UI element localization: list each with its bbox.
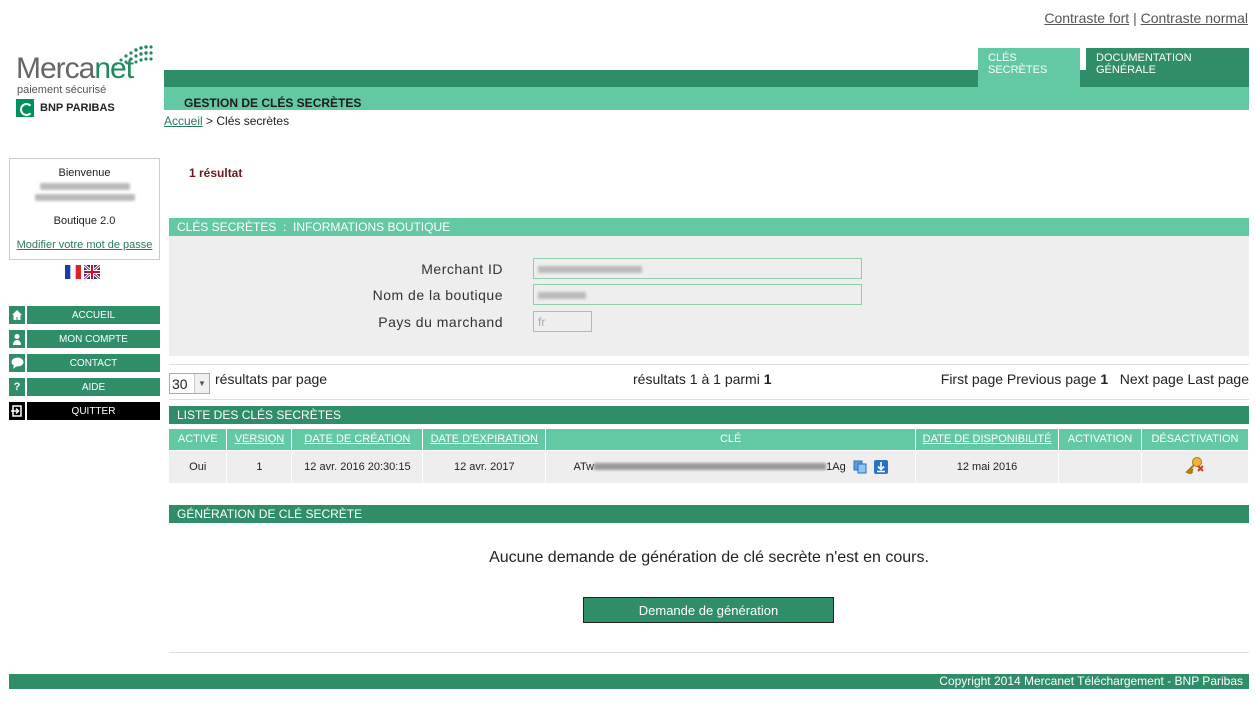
cell-activation: [1058, 449, 1142, 483]
cell-version: 1: [226, 449, 293, 483]
country-label: Pays du marchand: [378, 314, 503, 330]
redacted-merchant-info: [34, 194, 135, 201]
logo-wordmark: Mercanet: [16, 52, 134, 85]
mercanet-logo[interactable]: Mercanet paiement sécurisé BNP PARIBAS: [16, 44, 160, 120]
results-per-page-select[interactable]: 30 ▼: [169, 373, 210, 394]
sidebar-item-label: AIDE: [81, 381, 106, 393]
col-activation: ACTIVATION: [1058, 429, 1142, 450]
cell-key: ATw 1Ag: [545, 449, 917, 483]
country-row: Pays du marchand fr: [169, 311, 1249, 333]
contrast-separator: |: [1133, 10, 1137, 26]
shop-info-header: CLÉS SECRÈTES : INFORMATIONS BOUTIQUE: [169, 218, 1249, 236]
country-field: fr: [533, 311, 592, 332]
col-expires[interactable]: DATE D'EXPIRATION: [422, 429, 547, 450]
request-generation-button[interactable]: Demande de génération: [583, 597, 834, 623]
sidebar-item-quit[interactable]: QUITTER: [9, 402, 160, 420]
download-icon[interactable]: [873, 459, 888, 474]
next-page-link[interactable]: Next page: [1120, 371, 1184, 387]
footer: Copyright 2014 Mercanet Téléchargement -…: [9, 674, 1249, 689]
table-row: Oui 1 12 avr. 2016 20:30:15 12 avr. 2017…: [169, 449, 1250, 483]
previous-page-link[interactable]: Previous page: [1007, 371, 1097, 387]
deactivate-key-icon[interactable]: [1185, 456, 1205, 475]
sidebar-nav: ACCUEIL MON COMPTE CONTACT ? AIDE QUITTE…: [9, 306, 160, 426]
breadcrumb-separator: >: [202, 114, 217, 128]
results-range: résultats 1 à 1 parmi 1: [633, 371, 772, 387]
col-version[interactable]: VERSION: [226, 429, 293, 450]
last-page-link[interactable]: Last page: [1188, 371, 1250, 387]
sidebar-item-help[interactable]: ? AIDE: [9, 378, 160, 396]
merchant-id-field: [533, 258, 862, 279]
key-prefix: ATw: [573, 460, 595, 473]
welcome-box: Bienvenue Boutique 2.0 Modifier votre mo…: [9, 158, 160, 260]
cell-active: Oui: [169, 449, 228, 483]
user-icon: [9, 330, 27, 348]
language-flags: [65, 265, 100, 279]
shop-name-label: Nom de la boutique: [372, 287, 503, 303]
shop-name-field: [533, 284, 862, 305]
sidebar-item-label: MON COMPTE: [59, 333, 128, 345]
secret-keys-table: ACTIVE VERSION DATE DE CRÉATION DATE D'E…: [169, 429, 1250, 483]
merchant-id-row: Merchant ID: [169, 258, 1249, 280]
sidebar-item-label: ACCUEIL: [71, 309, 116, 321]
copy-icon[interactable]: [853, 460, 867, 474]
key-generation-panel: GÉNÉRATION DE CLÉ SECRÈTE Aucune demande…: [169, 505, 1249, 653]
cell-expires: 12 avr. 2017: [422, 449, 547, 483]
sidebar-item-account[interactable]: MON COMPTE: [9, 330, 160, 348]
sidebar-item-label: QUITTER: [71, 405, 116, 417]
sidebar-item-home[interactable]: ACCUEIL: [9, 306, 160, 324]
chevron-down-icon: ▼: [194, 374, 209, 393]
logo-tagline: paiement sécurisé: [17, 84, 107, 96]
breadcrumb-home-link[interactable]: Accueil: [164, 114, 203, 128]
exit-icon: [9, 402, 27, 420]
top-tabs: CLÉS SECRÈTES DOCUMENTATION GÉNÉRALE: [978, 48, 1249, 88]
contrast-high-link[interactable]: Contraste fort: [1044, 10, 1129, 26]
pagination-bar: 30 ▼ résultats par page résultats 1 à 1 …: [169, 364, 1249, 400]
result-count: 1 résultat: [189, 166, 243, 180]
redacted-key: [594, 463, 827, 471]
col-created[interactable]: DATE DE CRÉATION: [291, 429, 424, 450]
question-icon: ?: [9, 378, 27, 396]
shop-name-row: Nom de la boutique: [169, 284, 1249, 306]
breadcrumb-current: Clés secrètes: [216, 114, 290, 128]
speech-bubble-icon: [9, 354, 27, 372]
col-active: ACTIVE: [169, 429, 228, 450]
flag-fr-icon[interactable]: [65, 265, 81, 279]
key-generation-header: GÉNÉRATION DE CLÉ SECRÈTE: [169, 505, 1249, 523]
page-title: GESTION DE CLÉS SECRÈTES: [184, 96, 362, 110]
change-password-link[interactable]: Modifier votre mot de passe: [10, 239, 159, 251]
tab-general-documentation[interactable]: DOCUMENTATION GÉNÉRALE: [1086, 48, 1249, 88]
sidebar-item-label: CONTACT: [69, 357, 118, 369]
cell-created: 12 avr. 2016 20:30:15: [291, 449, 424, 483]
results-per-page-label: résultats par page: [215, 371, 328, 387]
welcome-text: Bienvenue: [58, 167, 111, 179]
shop-name: Boutique 2.0: [53, 215, 116, 227]
merchant-id-label: Merchant ID: [421, 261, 503, 277]
home-icon: [9, 306, 27, 324]
flag-uk-icon[interactable]: [84, 265, 100, 279]
tab-secret-keys[interactable]: CLÉS SECRÈTES: [978, 48, 1080, 88]
contrast-normal-link[interactable]: Contraste normal: [1141, 10, 1248, 26]
col-deactivation: DÉSACTIVATION: [1141, 429, 1250, 450]
col-available[interactable]: DATE DE DISPONIBILITÉ: [915, 429, 1059, 450]
sidebar-item-contact[interactable]: CONTACT: [9, 354, 160, 372]
current-page: 1: [1100, 371, 1109, 387]
cell-available: 12 mai 2016: [915, 449, 1059, 483]
secret-keys-list-header: LISTE DES CLÉS SECRÈTES: [169, 406, 1249, 424]
first-page-link[interactable]: First page: [941, 371, 1003, 387]
no-generation-message: Aucune demande de génération de clé secr…: [489, 549, 929, 566]
key-suffix: 1Ag: [826, 460, 846, 473]
section-header-bar: GESTION DE CLÉS SECRÈTES: [164, 87, 1249, 110]
cell-deactivation: [1141, 449, 1250, 483]
contrast-switcher: Contraste fort | Contraste normal: [1044, 10, 1248, 26]
table-header-row: ACTIVE VERSION DATE DE CRÉATION DATE D'E…: [169, 429, 1250, 450]
shop-info-panel: CLÉS SECRÈTES : INFORMATIONS BOUTIQUE Me…: [169, 218, 1249, 356]
bnp-paribas-logo: BNP PARIBAS: [16, 98, 115, 118]
page-links: First page Previous page 1 Next page Las…: [941, 371, 1249, 387]
redacted-user-name: [39, 183, 130, 190]
secret-keys-list: LISTE DES CLÉS SECRÈTES ACTIVE VERSION D…: [169, 406, 1250, 483]
breadcrumb: Accueil > Clés secrètes: [164, 114, 289, 128]
bnp-star-icon: [16, 99, 34, 117]
col-key: CLÉ: [545, 429, 917, 450]
